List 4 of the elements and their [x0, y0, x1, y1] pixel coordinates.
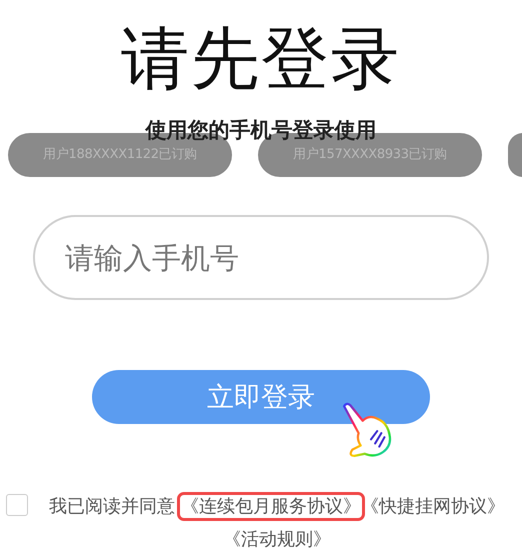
- phone-input-field[interactable]: 请输入手机号: [33, 215, 489, 300]
- agreement-text: 我已阅读并同意 《连续包月服务协议》《快捷挂网协议》 《活动规则》: [38, 490, 516, 556]
- login-button[interactable]: 立即登录: [92, 370, 430, 424]
- page-title: 请先登录: [121, 20, 401, 100]
